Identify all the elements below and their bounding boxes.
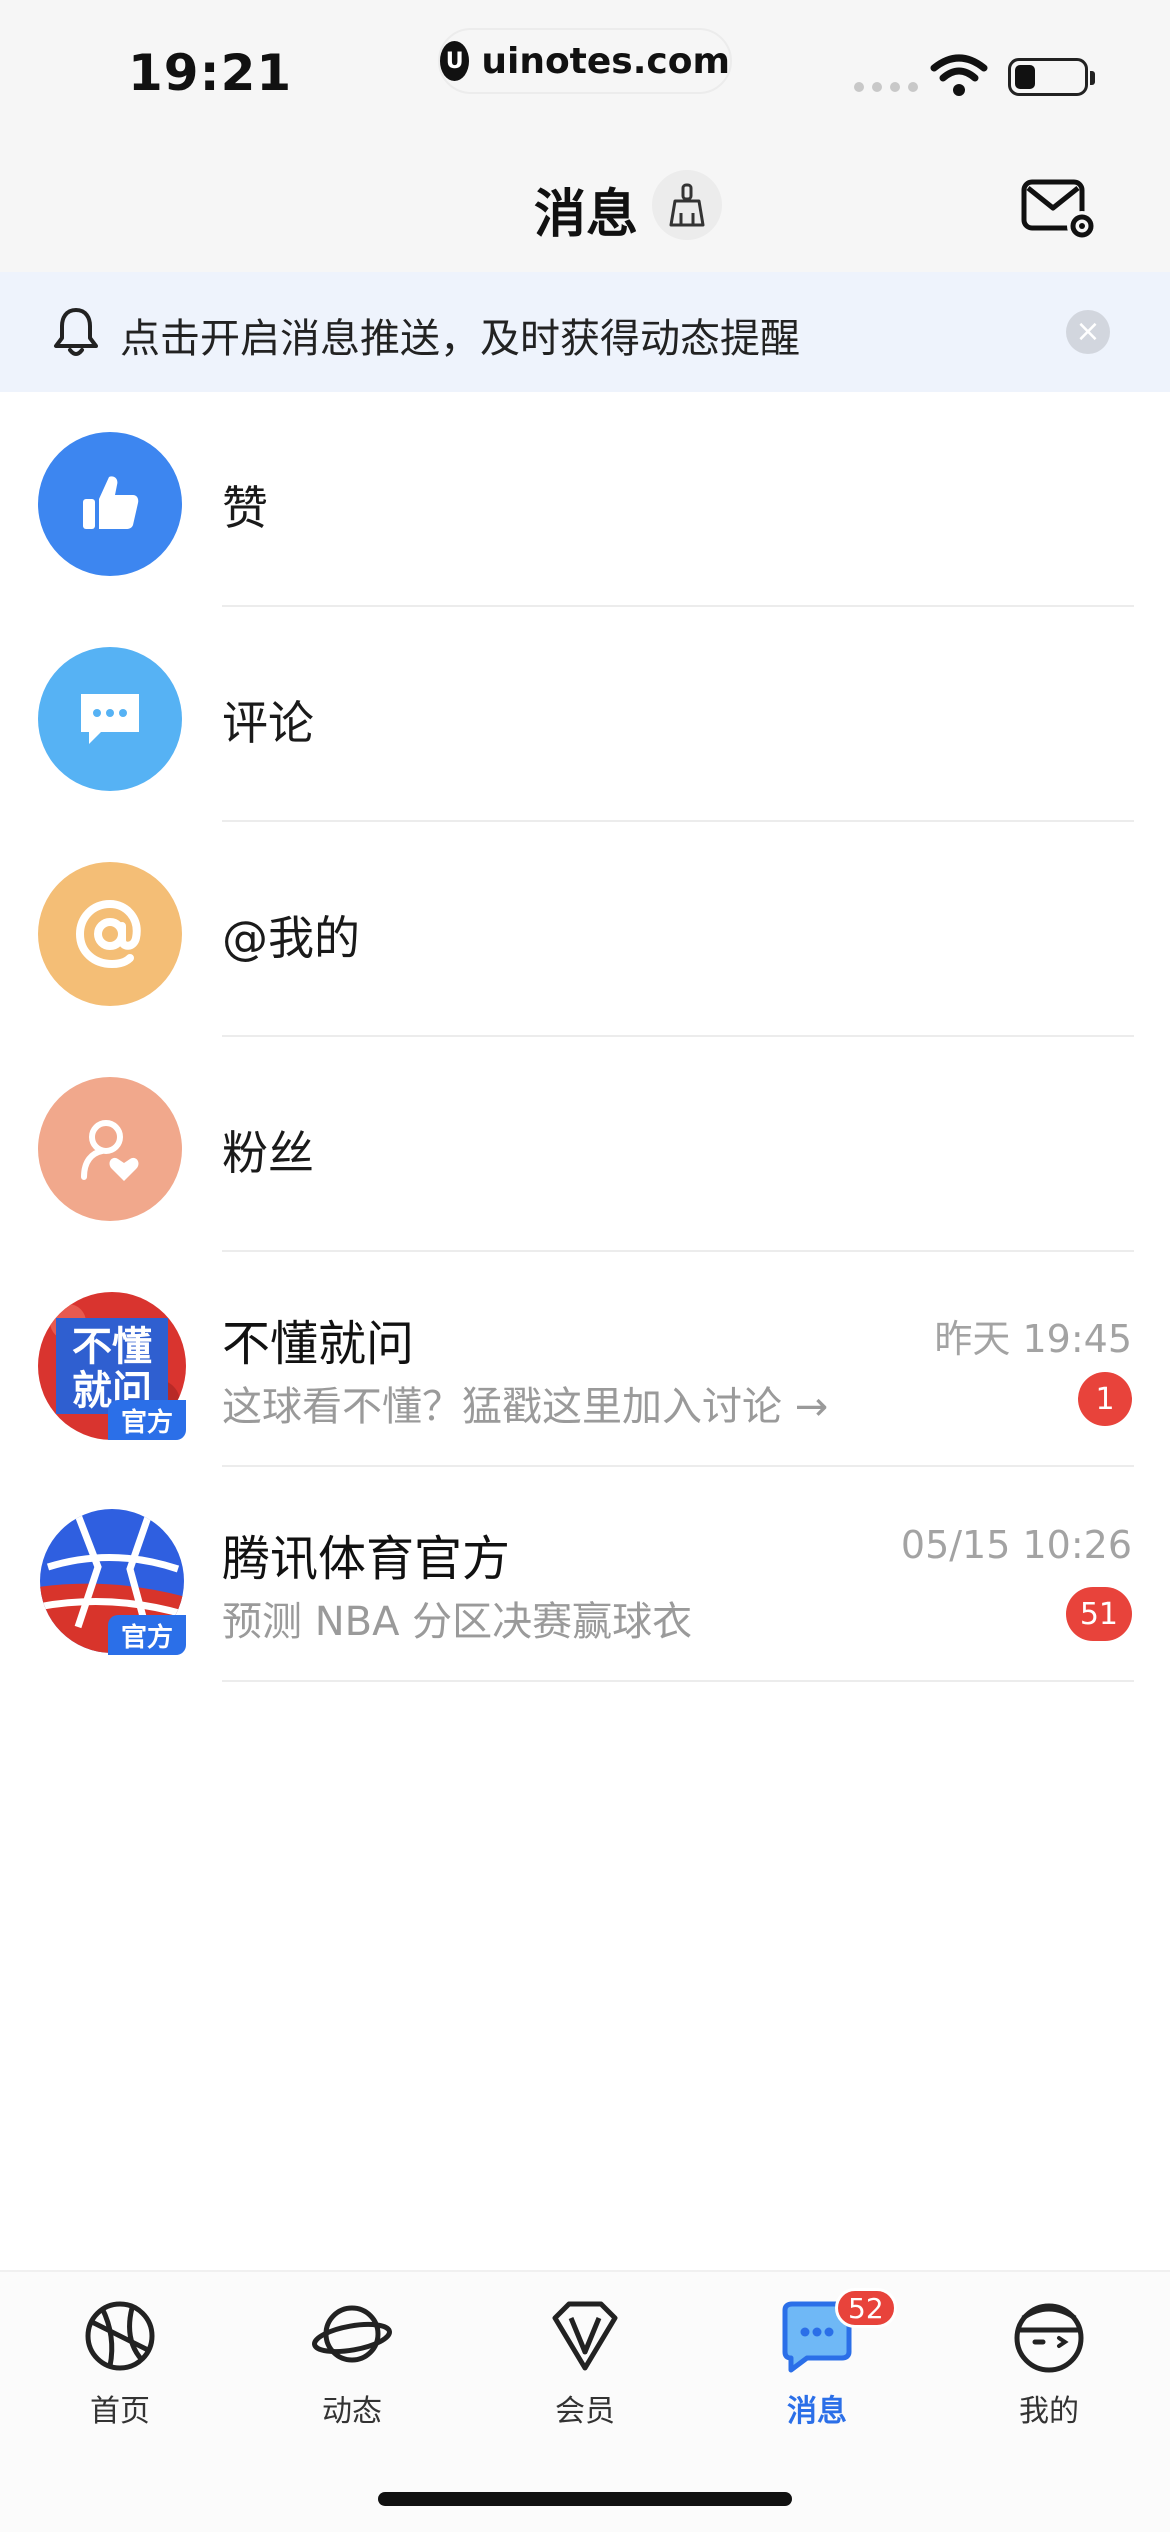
tab-label: 会员 [555, 2394, 615, 2429]
tab-home[interactable]: 首页 [40, 2296, 200, 2456]
battery-icon [1008, 58, 1095, 96]
message-preview: 预测 NBA 分区决赛赢球衣 [222, 1599, 693, 1645]
message-preview: 这球看不懂？猛戳这里加入讨论 → [222, 1384, 829, 1430]
category-row-comments[interactable]: 评论 [0, 607, 1170, 822]
bell-icon [54, 308, 98, 356]
avatar: 官方 [38, 1507, 186, 1655]
message-time: 05/15 10:26 [900, 1523, 1132, 1567]
messages-page: 19:21 U uinotes.com 消息 点击开启消息推送，及时获得动态提醒… [0, 0, 1170, 2532]
site-logo-icon: U [440, 41, 470, 81]
message-list: 赞 评论 @我的 粉丝 不懂 就问 官方 不懂就问 昨天 19:45 这球看不懂… [0, 392, 1170, 1682]
tab-feed[interactable]: 动态 [272, 2296, 432, 2456]
message-row[interactable]: 官方 腾讯体育官方 05/15 10:26 预测 NBA 分区决赛赢球衣 51 [0, 1467, 1170, 1682]
fan-heart-icon [38, 1077, 182, 1221]
category-row-mentions[interactable]: @我的 [0, 822, 1170, 1037]
message-title: 腾讯体育官方 [222, 1531, 511, 1587]
category-row-likes[interactable]: 赞 [0, 392, 1170, 607]
status-time: 19:21 [128, 44, 293, 102]
close-icon: × [1075, 314, 1101, 349]
category-label: 评论 [222, 696, 314, 750]
tab-label: 消息 [787, 2394, 847, 2429]
official-tag: 官方 [108, 1400, 186, 1440]
basketball-icon [85, 2301, 155, 2371]
clear-unread-button[interactable] [652, 170, 722, 240]
avatar: 不懂 就问 官方 [38, 1292, 186, 1440]
category-label: 赞 [222, 481, 268, 535]
tab-profile[interactable]: 我的 [969, 2296, 1129, 2456]
broom-icon [669, 183, 705, 227]
tab-vip[interactable]: 会员 [505, 2296, 665, 2456]
tab-label: 动态 [322, 2394, 382, 2429]
unread-badge: 1 [1078, 1372, 1132, 1426]
status-bar: 19:21 U uinotes.com [0, 0, 1170, 150]
planet-icon [312, 2305, 392, 2363]
avatar-text: 不懂 [72, 1324, 152, 1370]
url-pill[interactable]: U uinotes.com [438, 28, 732, 94]
diamond-icon [552, 2301, 618, 2371]
category-label: 粉丝 [222, 1126, 314, 1180]
tab-unread-badge: 52 [835, 2288, 897, 2328]
at-sign-icon [38, 862, 182, 1006]
category-label: @我的 [222, 911, 360, 965]
tab-messages[interactable]: 52 消息 [737, 2288, 897, 2456]
tab-label: 首页 [90, 2394, 150, 2429]
tab-label: 我的 [1019, 2394, 1079, 2429]
page-title: 消息 [534, 185, 639, 245]
profile-face-icon [1014, 2303, 1084, 2373]
cellular-signal-icon [854, 82, 918, 92]
home-indicator[interactable] [378, 2492, 792, 2506]
nav-header: 消息 [0, 150, 1170, 272]
message-time: 昨天 19:45 [934, 1317, 1132, 1361]
wifi-icon [930, 54, 988, 96]
mail-settings-icon[interactable] [1020, 174, 1100, 244]
banner-close-button[interactable]: × [1066, 310, 1110, 354]
url-text: uinotes.com [481, 40, 730, 82]
banner-text: 点击开启消息推送，及时获得动态提醒 [120, 316, 800, 362]
push-notification-banner[interactable]: 点击开启消息推送，及时获得动态提醒 × [0, 272, 1170, 392]
message-row[interactable]: 不懂 就问 官方 不懂就问 昨天 19:45 这球看不懂？猛戳这里加入讨论 → … [0, 1252, 1170, 1467]
chat-bubble-icon [38, 647, 182, 791]
official-tag: 官方 [108, 1615, 186, 1655]
unread-badge: 51 [1065, 1587, 1132, 1641]
category-row-fans[interactable]: 粉丝 [0, 1037, 1170, 1252]
message-title: 不懂就问 [222, 1316, 415, 1372]
thumbs-up-icon [38, 432, 182, 576]
